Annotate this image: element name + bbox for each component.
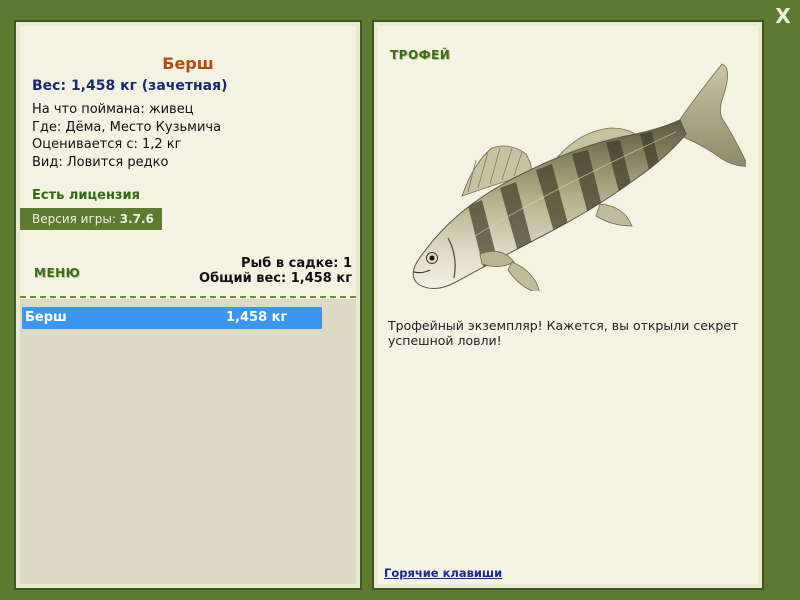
trophy-inner: ТРОФЕЙ Трофейный экземпляр! Кажется, вы … — [378, 26, 758, 584]
catch-info-inner: Берш Вес: 1,458 кг (зачетная) На что пой… — [20, 26, 356, 584]
version-value: 3.7.6 — [119, 212, 154, 226]
fish-info: На что поймана: живец Где: Дёма, Место К… — [32, 101, 221, 171]
species-line: Вид: Ловится редко — [32, 154, 169, 170]
bait-line: На что поймана: живец — [32, 102, 194, 117]
version-bar: Версия игры: 3.7.6 — [20, 208, 162, 230]
catch-info-panel: Берш Вес: 1,458 кг (зачетная) На что пой… — [14, 20, 362, 590]
divider — [20, 296, 356, 298]
hotkeys-link[interactable]: Горячие клавиши — [384, 566, 502, 580]
close-button[interactable]: X — [770, 4, 796, 28]
fish-weight: Вес: 1,458 кг (зачетная) — [32, 78, 228, 94]
keepnet-count: Рыб в садке: 1 — [240, 256, 352, 271]
fish-name: Берш — [162, 54, 214, 73]
scoring-line: Оценивается с: 1,2 кг — [32, 137, 182, 152]
list-item[interactable]: Берш 1,458 кг — [22, 307, 322, 329]
keepnet-stats: Рыб в садке: 1 Общий вес: 1,458 кг — [199, 256, 352, 286]
location-line: Где: Дёма, Место Кузьмича — [32, 119, 222, 135]
keepnet-list: Берш 1,458 кг — [20, 299, 356, 584]
keepnet-total-weight: Общий вес: 1,458 кг — [199, 271, 352, 286]
trophy-panel: ТРОФЕЙ Трофейный экземпляр! Кажется, вы … — [372, 20, 764, 590]
license-status: Есть лицензия — [32, 188, 140, 203]
version-label: Версия игры: — [32, 212, 120, 226]
trophy-description: Трофейный экземпляр! Кажется, вы открыли… — [388, 318, 739, 348]
menu-button[interactable]: МЕНЮ — [34, 266, 80, 280]
zander-fish-image — [412, 63, 746, 291]
list-item-name: Берш — [25, 310, 67, 325]
list-item-weight: 1,458 кг — [226, 310, 288, 325]
